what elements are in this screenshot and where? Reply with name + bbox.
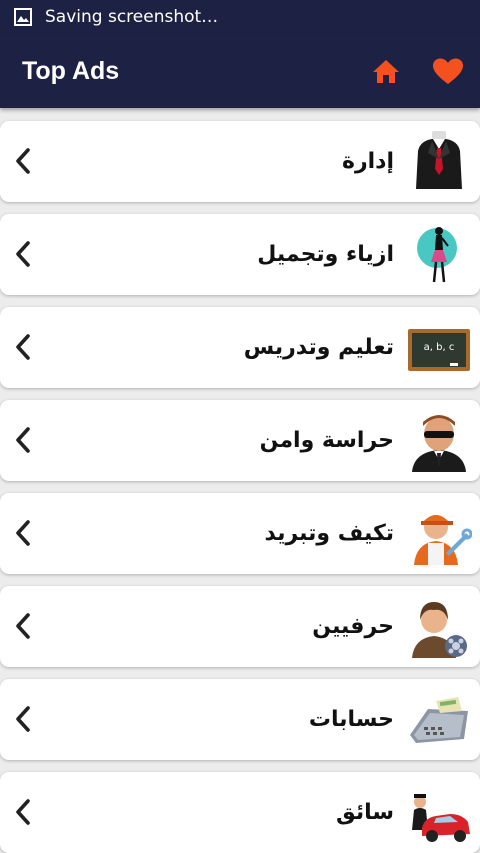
svg-text:a, b, c: a, b, c (424, 342, 455, 353)
category-label: حرفيين (312, 614, 394, 639)
chevron-left-icon (16, 706, 30, 732)
category-label: تعليم وتدريس (243, 335, 394, 360)
category-label: تكيف وتبريد (264, 521, 394, 546)
category-item-fashion[interactable]: ازياء وتجميل (0, 214, 480, 295)
chevron-left-icon (16, 427, 30, 453)
chalkboard-icon: a, b, c (408, 329, 470, 371)
home-icon (373, 60, 399, 83)
status-bar: Saving screenshot… (0, 0, 480, 34)
chevron-left-icon (16, 613, 30, 639)
category-label: ازياء وتجميل (257, 242, 394, 267)
chevron-left-icon (16, 148, 30, 174)
heart-icon (433, 58, 463, 84)
chevron-left-icon (16, 520, 30, 546)
category-item-security[interactable]: حراسة وامن (0, 400, 480, 481)
category-label: حسابات (308, 707, 394, 732)
craftswoman-icon (412, 602, 467, 658)
category-item-management[interactable]: إدارة (0, 121, 480, 202)
category-item-craftsmen[interactable]: حرفيين (0, 586, 480, 667)
favorites-button[interactable] (428, 51, 468, 91)
category-item-accounting[interactable]: حسابات (0, 679, 480, 760)
category-item-driver[interactable]: سائق (0, 772, 480, 853)
category-label: إدارة (341, 149, 394, 174)
status-text: Saving screenshot… (45, 7, 219, 27)
fashion-woman-icon (417, 227, 457, 283)
driver-car-icon (412, 794, 470, 842)
chevron-left-icon (16, 241, 30, 267)
chevron-left-icon (16, 334, 30, 360)
app-bar: Top Ads (0, 34, 480, 108)
category-label: حراسة وامن (259, 428, 394, 453)
security-guard-icon (412, 415, 466, 472)
suit-tie-icon (416, 131, 462, 189)
technician-wrench-icon (414, 515, 472, 565)
cash-register-icon (410, 697, 468, 743)
category-label: سائق (336, 800, 394, 825)
image-icon (14, 8, 32, 26)
category-item-air-conditioning[interactable]: تكيف وتبريد (0, 493, 480, 574)
home-button[interactable] (366, 51, 406, 91)
app-title: Top Ads (22, 56, 120, 85)
category-item-education[interactable]: تعليم وتدريس a, b, c (0, 307, 480, 388)
chevron-left-icon (16, 799, 30, 825)
